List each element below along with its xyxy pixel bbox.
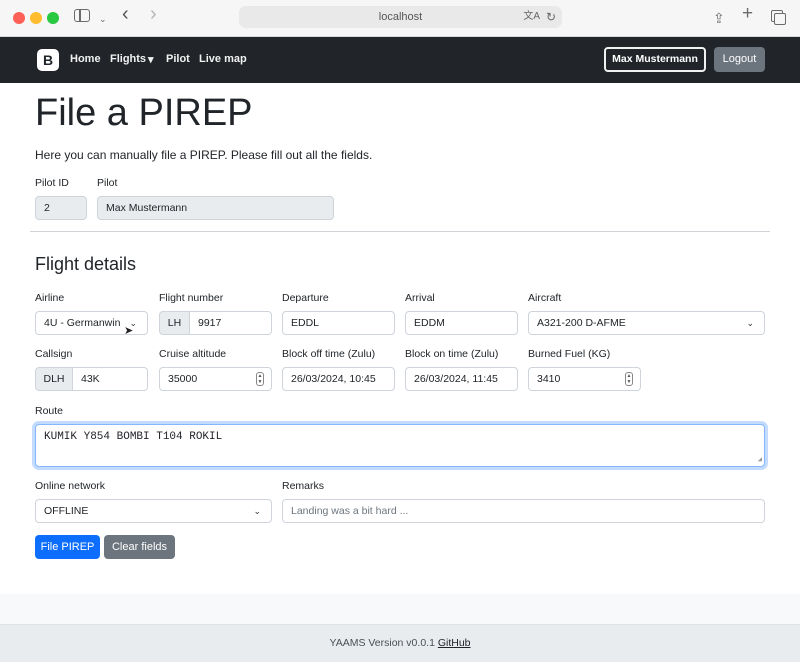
cruise-altitude-input[interactable]: 35000 ▲ ▼ bbox=[159, 367, 272, 391]
block-off-input[interactable]: 26/03/2024, 10:45 bbox=[282, 367, 395, 391]
arrival-label: Arrival bbox=[405, 292, 435, 304]
back-icon[interactable]: ‹ bbox=[122, 4, 129, 24]
divider bbox=[30, 231, 770, 232]
stepper-icon[interactable]: ▲ ▼ bbox=[256, 372, 264, 386]
burned-fuel-value: 3410 bbox=[537, 373, 561, 385]
cruise-altitude-label: Cruise altitude bbox=[159, 348, 227, 360]
clear-fields-button[interactable]: Clear fields bbox=[104, 535, 175, 559]
block-off-label: Block off time (Zulu) bbox=[282, 348, 376, 360]
remarks-label: Remarks bbox=[282, 480, 325, 492]
flight-number-label: Flight number bbox=[159, 292, 224, 304]
chevron-down-icon[interactable]: ▾ bbox=[148, 53, 154, 66]
nav-home[interactable]: Home bbox=[70, 53, 101, 65]
stepper-icon[interactable]: ▲ ▼ bbox=[625, 372, 633, 386]
remarks-input[interactable]: Landing was a bit hard ... bbox=[282, 499, 765, 523]
departure-input[interactable]: EDDL bbox=[282, 311, 395, 335]
nav-live-map[interactable]: Live map bbox=[199, 53, 247, 65]
minimize-window-button[interactable] bbox=[30, 12, 42, 24]
aircraft-select[interactable]: A321-200 D-AFME ⌄ bbox=[528, 311, 765, 335]
section-title: Flight details bbox=[35, 254, 137, 274]
nav-flights[interactable]: Flights bbox=[110, 53, 146, 65]
airline-label: Airline bbox=[35, 292, 65, 304]
footer-version: YAAMS Version v0.0.1 bbox=[329, 637, 435, 649]
navbar: B Home Flights ▾ Pilot Live map Max Must… bbox=[0, 37, 800, 83]
departure-label: Departure bbox=[282, 292, 329, 304]
nav-pilot[interactable]: Pilot bbox=[166, 53, 190, 65]
share-icon[interactable]: ⇪ bbox=[713, 8, 725, 28]
chevron-down-icon: ⌄ bbox=[746, 318, 754, 328]
aircraft-value: A321-200 D-AFME bbox=[537, 317, 626, 329]
flight-number-prefix: LH bbox=[159, 311, 190, 335]
mouse-cursor-icon: ➤ bbox=[124, 325, 134, 337]
tabs-overview-icon[interactable] bbox=[771, 10, 786, 25]
online-network-select[interactable]: OFFLINE ⌄ bbox=[35, 499, 272, 523]
burned-fuel-input[interactable]: 3410 ▲ ▼ bbox=[528, 367, 641, 391]
file-pirep-button[interactable]: File PIREP bbox=[35, 535, 100, 559]
footer: YAAMS Version v0.0.1 GitHub bbox=[0, 624, 800, 662]
pilot-label: Pilot bbox=[97, 177, 118, 189]
online-network-value: OFFLINE bbox=[44, 505, 89, 517]
route-value: KUMIK Y854 BOMBI T104 ROKIL bbox=[44, 431, 223, 443]
route-label: Route bbox=[35, 405, 64, 417]
address-url: localhost bbox=[378, 11, 423, 23]
close-window-button[interactable] bbox=[13, 12, 25, 24]
brand-logo[interactable]: B bbox=[37, 49, 59, 71]
burned-fuel-label: Burned Fuel (KG) bbox=[528, 348, 611, 360]
new-tab-icon[interactable]: + bbox=[742, 4, 753, 24]
reload-icon[interactable]: ↻ bbox=[546, 6, 556, 28]
browser-toolbar: ⌄ ‹ › localhost 文A ↻ ⇪ + bbox=[0, 0, 800, 37]
callsign-input[interactable]: 43K bbox=[72, 367, 148, 391]
chevron-down-icon[interactable]: ⌄ bbox=[99, 9, 107, 29]
logout-button[interactable]: Logout bbox=[714, 47, 765, 72]
cruise-altitude-value: 35000 bbox=[168, 373, 198, 385]
github-link[interactable]: GitHub bbox=[438, 637, 471, 649]
arrival-input[interactable]: EDDM bbox=[405, 311, 518, 335]
flight-number-input[interactable]: 9917 bbox=[189, 311, 272, 335]
block-on-label: Block on time (Zulu) bbox=[405, 348, 499, 360]
footer-spacer bbox=[0, 594, 800, 624]
aircraft-label: Aircraft bbox=[528, 292, 562, 304]
user-button[interactable]: Max Mustermann bbox=[604, 47, 706, 72]
page-lead: Here you can manually file a PIREP. Plea… bbox=[35, 148, 373, 162]
block-on-input[interactable]: 26/03/2024, 11:45 bbox=[405, 367, 518, 391]
pilot-id-label: Pilot ID bbox=[35, 177, 69, 189]
page-title: File a PIREP bbox=[35, 92, 253, 134]
callsign-prefix: DLH bbox=[35, 367, 73, 391]
pilot-id-field: 2 bbox=[35, 196, 87, 220]
resize-handle-icon[interactable]: ◢ bbox=[758, 455, 762, 464]
callsign-label: Callsign bbox=[35, 348, 73, 360]
chevron-down-icon: ⌄ bbox=[253, 506, 261, 516]
pilot-field: Max Mustermann bbox=[97, 196, 334, 220]
airline-value: 4U - Germanwin bbox=[44, 317, 121, 329]
route-textarea[interactable]: KUMIK Y854 BOMBI T104 ROKIL ◢ bbox=[35, 424, 765, 467]
maximize-window-button[interactable] bbox=[47, 12, 59, 24]
translate-icon[interactable]: 文A bbox=[523, 6, 540, 28]
online-network-label: Online network bbox=[35, 480, 106, 492]
address-bar[interactable]: localhost 文A ↻ bbox=[239, 6, 562, 28]
sidebar-icon[interactable] bbox=[74, 9, 90, 22]
forward-icon[interactable]: › bbox=[150, 4, 157, 24]
